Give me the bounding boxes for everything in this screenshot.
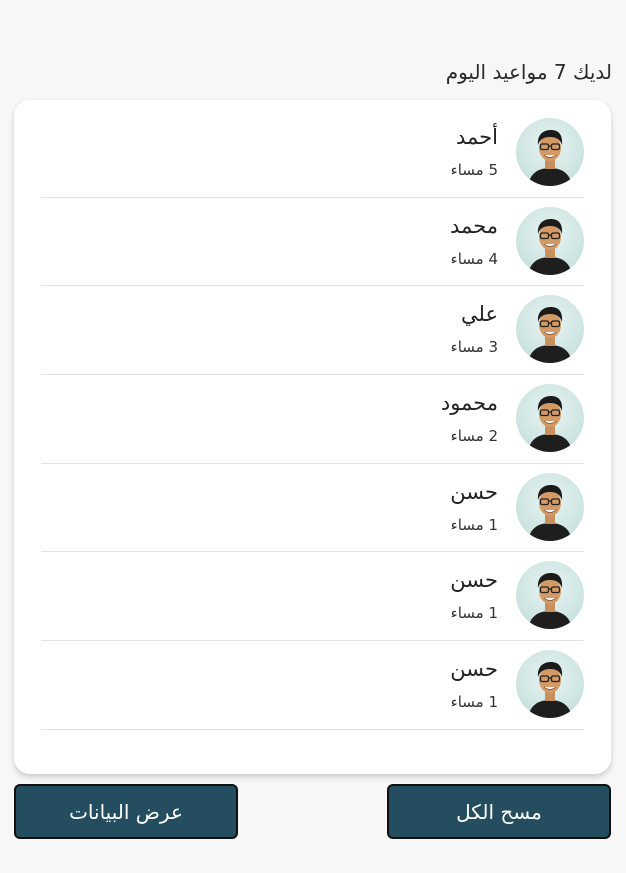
- appointment-item[interactable]: علي 3 مساء: [41, 286, 584, 376]
- appointment-time: 5 مساء: [450, 161, 498, 179]
- user-avatar-icon: [528, 573, 572, 630]
- user-avatar-icon: [528, 396, 572, 453]
- appointment-name: حسن: [450, 479, 498, 504]
- appointment-time: 2 مساء: [450, 427, 498, 446]
- avatar: [516, 561, 584, 630]
- avatar: [516, 650, 584, 719]
- appointment-name: حسن: [450, 568, 498, 593]
- avatar: [516, 206, 584, 275]
- appointments-heading: لديك 7 مواعيد اليوم: [445, 60, 612, 84]
- appointment-item[interactable]: حسن 1 مساء: [41, 464, 584, 553]
- avatar: [516, 472, 584, 541]
- user-avatar-icon: [528, 130, 572, 186]
- appointment-time: 1 مساء: [450, 515, 498, 534]
- appointment-time: 1 مساء: [450, 604, 498, 623]
- appointment-time: 3 مساء: [450, 338, 498, 357]
- appointment-item[interactable]: حسن 1 مساء: [41, 552, 584, 642]
- appointment-item[interactable]: محمد 4 مساء: [41, 198, 584, 287]
- appointment-name: أحمد: [456, 125, 498, 149]
- appointment-name: محمود: [440, 391, 498, 416]
- avatar: [516, 295, 584, 364]
- clear-all-button[interactable]: مسح الكل: [387, 784, 611, 839]
- appointment-item[interactable]: محمود 2 مساء: [41, 375, 584, 464]
- appointment-item[interactable]: حسن 1 مساء: [41, 641, 584, 730]
- user-avatar-icon: [528, 307, 572, 364]
- appointment-name: محمد: [450, 213, 498, 238]
- appointment-name: علي: [461, 302, 498, 327]
- appointments-list: أحمد 5 مساء محمد 4 مساء علي 3 مساء محمود 2 م…: [41, 109, 584, 730]
- user-avatar-icon: [528, 484, 572, 541]
- user-avatar-icon: [528, 218, 572, 275]
- view-data-button[interactable]: عرض البيانات: [14, 784, 238, 839]
- user-avatar-icon: [528, 662, 572, 719]
- appointments-card: أحمد 5 مساء محمد 4 مساء علي 3 مساء محمود 2 م…: [14, 100, 611, 774]
- appointment-time: 4 مساء: [450, 249, 498, 268]
- avatar: [516, 118, 584, 186]
- appointment-name: حسن: [450, 657, 498, 682]
- appointment-time: 1 مساء: [450, 693, 498, 712]
- avatar: [516, 384, 584, 453]
- appointment-item[interactable]: أحمد 5 مساء: [41, 109, 584, 198]
